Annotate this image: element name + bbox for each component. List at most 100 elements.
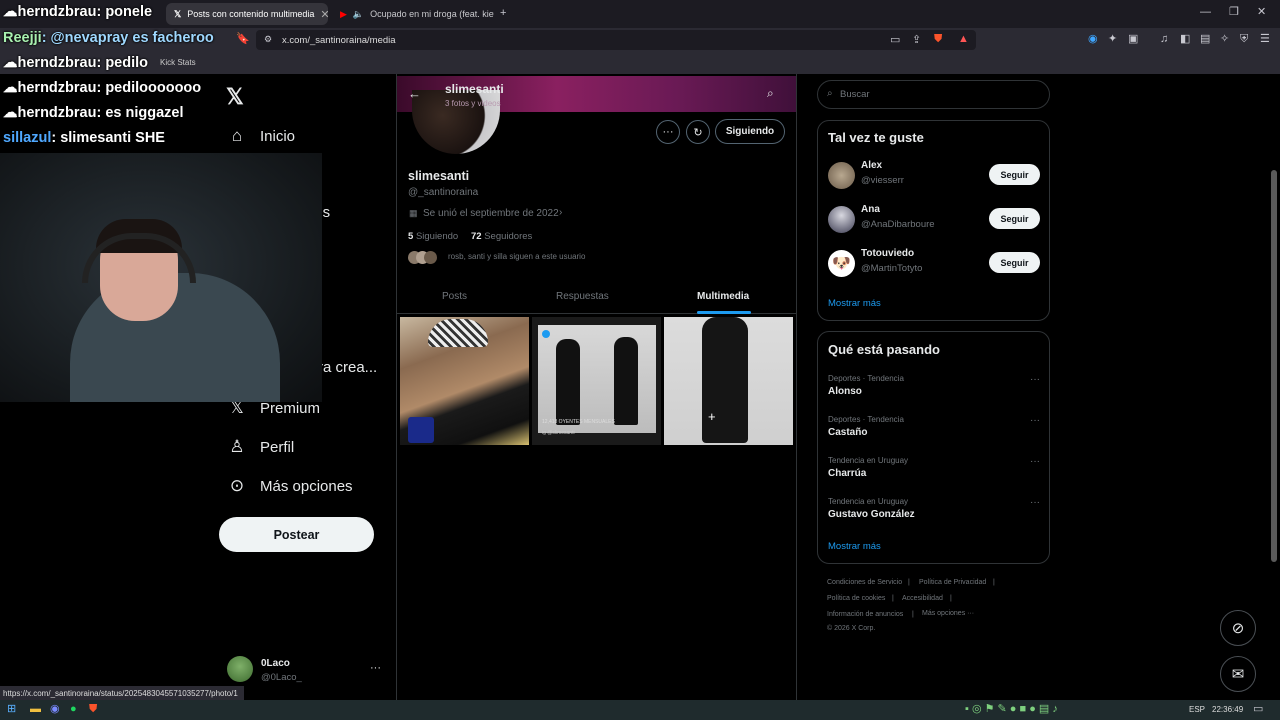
clock[interactable]: 22:36:49: [1212, 705, 1243, 714]
trends-card: Qué está pasando Deportes · Tendencia Al…: [817, 331, 1050, 564]
brave-taskbar-icon[interactable]: ⛊: [89, 704, 97, 715]
minimize-icon[interactable]: —: [1200, 7, 1211, 18]
follow-button[interactable]: Seguir: [989, 164, 1040, 185]
who-to-follow-card: Tal vez te guste Alex @viesserr Seguir A…: [817, 120, 1050, 321]
media-thumb-1[interactable]: [400, 317, 529, 445]
tab-posts[interactable]: Posts: [442, 291, 467, 302]
followers-count-link[interactable]: 72 Seguidores: [471, 231, 532, 242]
nav-item-profile[interactable]: ♙ Perfil: [228, 437, 294, 457]
messages-button[interactable]: ✉: [1220, 656, 1256, 692]
os-taskbar: ⊞ ▬ ◉ ● ⛊ ▪ ◎ ⚑ ✎ ● ■ ● ▤ ♪ ESP 22:36:49…: [0, 700, 1280, 720]
followed-by-avatars[interactable]: [408, 251, 440, 265]
trend-more-icon[interactable]: ···: [1030, 415, 1040, 426]
account-menu-icon[interactable]: ···: [370, 662, 381, 674]
scrollbar[interactable]: [1271, 170, 1277, 562]
following-count-link[interactable]: 5 Siguiendo: [408, 231, 458, 242]
screenshot-icon[interactable]: ▣: [1128, 34, 1138, 45]
subscribe-refresh-icon[interactable]: ↻: [686, 120, 710, 144]
followed-by-text[interactable]: rosb, santi y silla siguen a este usuari…: [448, 252, 585, 261]
avatar: [828, 162, 855, 189]
language-indicator[interactable]: ESP: [1189, 705, 1205, 714]
brave-rewards-icon[interactable]: ▲: [958, 34, 969, 45]
browser-tab-bar: 𝕏 Posts con contenido multimedia ✕ ▶ 🔈 O…: [0, 0, 1280, 28]
extensions-icon[interactable]: ✦: [1108, 34, 1117, 45]
leo-icon[interactable]: ✧: [1220, 34, 1229, 45]
bookmark-icon[interactable]: 🔖: [236, 34, 250, 45]
windows-start-icon[interactable]: ⊞: [7, 704, 16, 715]
new-tab-icon[interactable]: +: [500, 8, 506, 19]
x-logo-icon: 𝕏: [174, 8, 182, 19]
trend-more-icon[interactable]: ···: [1030, 374, 1040, 385]
chat-badge-icon: ☁: [3, 55, 18, 71]
spotify-icon[interactable]: ●: [70, 704, 77, 715]
tab-media[interactable]: Multimedia: [697, 291, 749, 302]
listeners-caption: 12,418 OYENTES MENSUALES: [542, 419, 615, 425]
vpn-icon[interactable]: ⛨: [1240, 34, 1248, 45]
avatar: [828, 206, 855, 233]
header-name: slimesanti: [445, 82, 504, 96]
trend-more-icon[interactable]: ···: [1030, 497, 1040, 508]
nav-item-partial-2[interactable]: ra crea...: [318, 359, 377, 376]
speaker-icon: 🔈: [352, 8, 365, 19]
follow-button[interactable]: Seguir: [989, 252, 1040, 273]
back-arrow-icon[interactable]: ←: [408, 86, 421, 101]
footer-more[interactable]: Más opciones ···: [922, 610, 974, 617]
following-button[interactable]: Siguiendo: [715, 119, 785, 144]
footer-ads-info[interactable]: Información de anuncios: [827, 611, 903, 618]
trends-show-more-link[interactable]: Mostrar más: [828, 541, 881, 552]
audio-icon[interactable]: ◉: [1088, 34, 1098, 45]
footer-terms[interactable]: Condiciones de Servicio: [827, 579, 902, 586]
music-icon[interactable]: ♫: [1160, 34, 1168, 45]
brave-shields-icon[interactable]: ⛊: [934, 34, 942, 45]
suggestion-row[interactable]: Ana @AnaDibarboure Seguir: [828, 204, 1040, 234]
file-explorer-icon[interactable]: ▬: [30, 704, 41, 715]
trend-item[interactable]: Deportes · Tendencia Alonso ···: [828, 374, 1040, 397]
post-button[interactable]: Postear: [219, 517, 374, 552]
show-more-link[interactable]: Mostrar más: [828, 298, 881, 309]
grok-icon: ⊘: [1231, 620, 1245, 637]
bookmark-kick-stats[interactable]: Kick Stats: [160, 58, 196, 67]
chat-badge-icon: ☁: [3, 105, 18, 121]
install-icon[interactable]: ▭: [890, 35, 900, 46]
close-tab-icon[interactable]: ✕: [320, 8, 328, 21]
nav-item-more[interactable]: ⊙ Más opciones: [228, 476, 353, 496]
wallet-icon[interactable]: ▤: [1200, 34, 1210, 45]
close-window-icon[interactable]: ✕: [1257, 7, 1266, 18]
chat-message: ☁herndzbrau: pedilo: [3, 55, 149, 71]
trend-item[interactable]: Tendencia en Uruguay Gustavo González ··…: [828, 497, 1040, 520]
tab-replies[interactable]: Respuestas: [556, 291, 609, 302]
browser-tab-music[interactable]: ▶ 🔈 Ocupado en mi droga (feat. kiet ✕: [332, 3, 494, 25]
account-avatar[interactable]: [227, 656, 253, 682]
x-home-logo-icon[interactable]: 𝕏: [226, 84, 244, 110]
follow-button[interactable]: Seguir: [989, 208, 1040, 229]
restore-icon[interactable]: ❐: [1229, 7, 1239, 18]
footer-privacy[interactable]: Política de Privacidad: [919, 579, 986, 586]
chat-message: ☁herndzbrau: es niggazel: [3, 105, 184, 121]
search-profile-icon[interactable]: ⌕: [767, 86, 774, 101]
site-settings-icon[interactable]: ⚙: [264, 35, 272, 44]
footer-cookies[interactable]: Política de cookies: [827, 595, 885, 602]
trend-more-icon[interactable]: ···: [1030, 456, 1040, 467]
tray-icons[interactable]: ▪ ◎ ⚑ ✎ ● ■ ● ▤ ♪: [965, 704, 1058, 715]
more-options-icon[interactable]: ···: [656, 120, 680, 144]
suggestion-row[interactable]: Alex @viesserr Seguir: [828, 160, 1040, 190]
chevron-right-icon: ›: [559, 207, 563, 218]
notification-icon[interactable]: ▭: [1253, 704, 1263, 715]
grok-button[interactable]: ⊘: [1220, 610, 1256, 646]
url-bar[interactable]: ⚙ x.com/_santinoraina/media ▭ ⇪ ⛊ ▲: [256, 30, 976, 50]
media-thumb-3[interactable]: +: [664, 317, 793, 445]
media-thumb-2[interactable]: 12,418 OYENTES MENSUALES ig @slimesanti: [532, 317, 661, 445]
discord-icon[interactable]: ◉: [50, 704, 60, 715]
trend-item[interactable]: Tendencia en Uruguay Charrúa ···: [828, 456, 1040, 479]
share-icon[interactable]: ⇪: [912, 35, 921, 46]
sidebar-icon[interactable]: ◧: [1180, 34, 1190, 45]
search-input[interactable]: ⌕ Buscar: [817, 80, 1050, 109]
menu-icon[interactable]: ☰: [1260, 34, 1270, 45]
tab-label: Posts con contenido multimedia: [187, 9, 315, 19]
suggestion-row[interactable]: 🐶 Totouviedo @MartinTotyto Seguir: [828, 248, 1040, 278]
account-name: 0Laco: [261, 658, 290, 669]
trend-item[interactable]: Deportes · Tendencia Castaño ···: [828, 415, 1040, 438]
nav-item-home[interactable]: ⌂ Inicio: [228, 126, 295, 146]
browser-tab-active[interactable]: 𝕏 Posts con contenido multimedia ✕: [166, 3, 328, 25]
footer-accessibility[interactable]: Accesibilidad: [902, 595, 943, 602]
